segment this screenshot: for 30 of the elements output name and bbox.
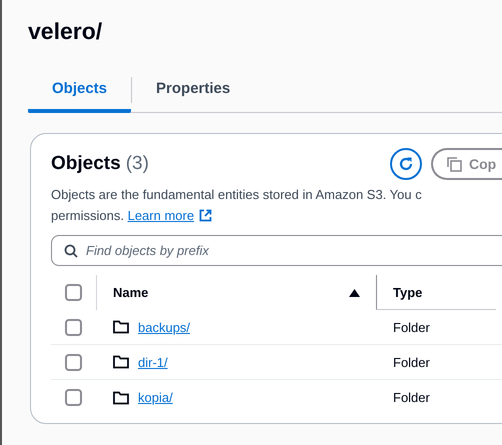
copy-icon: [447, 156, 462, 172]
folder-link[interactable]: dir-1/: [138, 354, 168, 370]
type-text: Folder: [392, 320, 431, 334]
tab[interactable]: Properties: [132, 71, 254, 113]
sort-icon[interactable]: [349, 288, 360, 296]
external-link-icon: [199, 209, 212, 222]
type-text: Folder: [392, 390, 431, 405]
row-checkbox[interactable]: [65, 389, 82, 406]
column-header[interactable]: Type: [393, 284, 422, 300]
select-all-checkbox[interactable]: [65, 284, 82, 301]
folder-link[interactable]: kopia/: [138, 390, 173, 405]
folder-link[interactable]: backups/: [138, 320, 190, 334]
panel-title: Objects: [51, 153, 121, 175]
learn-more-link[interactable]: Learn more: [128, 205, 212, 226]
row-checkbox[interactable]: [65, 318, 82, 336]
row-checkbox[interactable]: [65, 354, 82, 370]
page-title: velero/: [28, 18, 104, 45]
folder-icon: [113, 390, 129, 404]
search-field[interactable]: Find objects by prefix: [51, 235, 502, 266]
refresh-icon: [397, 155, 415, 173]
type-text: Folder: [392, 354, 431, 370]
tab[interactable]: Objects: [28, 71, 132, 113]
column-header[interactable]: Name: [113, 285, 148, 300]
search-icon: [64, 244, 78, 258]
refresh-button[interactable]: [390, 148, 422, 180]
folder-icon: [113, 320, 129, 334]
copy-button[interactable]: Cop: [431, 148, 502, 180]
object-count: (3): [126, 153, 149, 175]
folder-icon: [113, 355, 129, 369]
description-text: Objects are the fundamental entities stored in Amazon S3. You c permissions. Learn more: [51, 184, 502, 226]
